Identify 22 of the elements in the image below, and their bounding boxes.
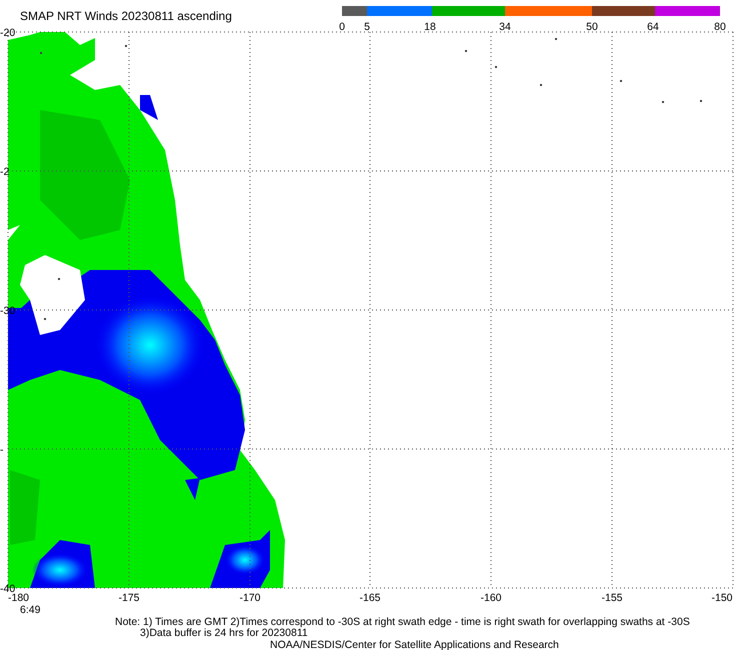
colorbar-label: 64 bbox=[647, 21, 659, 33]
chart-title: SMAP NRT Winds 20230811 ascending bbox=[20, 9, 232, 23]
colorbar-label: 50 bbox=[586, 21, 598, 33]
axis-label: -150 bbox=[712, 592, 732, 604]
axis-label: -155 bbox=[602, 592, 622, 604]
axis-label: -20 bbox=[0, 27, 16, 39]
axis-label: -170 bbox=[240, 592, 260, 604]
footnote: 3)Data buffer is 24 hrs for 20230811 bbox=[140, 627, 308, 639]
time-label: 6:49 bbox=[20, 604, 40, 616]
colorbar-label: 18 bbox=[424, 21, 436, 33]
footnote: Note: 1) Times are GMT 2)Times correspond to -30S at right swath edge - time is right swath for overlapping swaths at -30S bbox=[115, 616, 690, 628]
axis-label: -165 bbox=[360, 592, 380, 604]
colorbar-label: 5 bbox=[364, 21, 370, 33]
footnote: NOAA/NESDIS/Center for Satellite Applications and Research bbox=[270, 639, 559, 650]
colorbar-label: 0 bbox=[339, 21, 345, 33]
axis-label: -175 bbox=[118, 592, 140, 604]
colorbar-label: 34 bbox=[499, 21, 511, 33]
colorbar-label: 80 bbox=[714, 21, 726, 33]
axis-label: - bbox=[0, 444, 4, 456]
axis-label: -40 bbox=[0, 583, 16, 595]
axis-label: -180 bbox=[8, 592, 30, 604]
axis-label: -160 bbox=[480, 592, 502, 604]
